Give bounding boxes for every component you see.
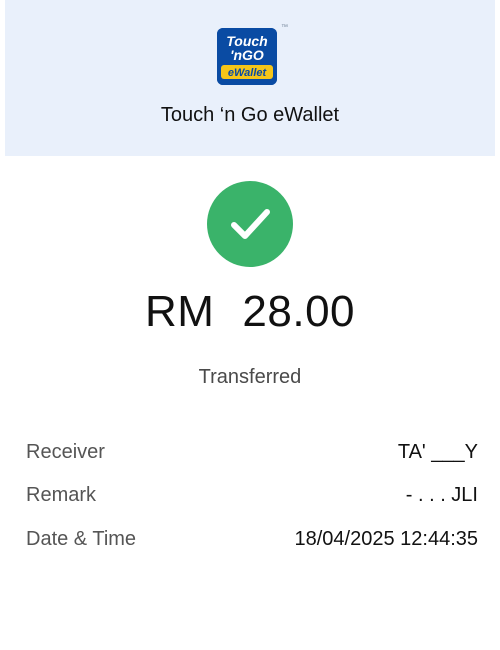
amount-value: 28.00 [242, 287, 356, 336]
transfer-amount: RM 28.00 [0, 287, 500, 337]
currency-label: RM [144, 287, 215, 336]
detail-row-datetime: Date & Time 18/04/2025 12:44:35 [26, 528, 478, 556]
remark-label: Remark [26, 484, 97, 506]
datetime-label: Date & Time [26, 528, 137, 550]
success-check-icon [207, 181, 293, 267]
app-title: Touch ‘n Go eWallet [160, 104, 340, 126]
touch-n-go-logo: Touch 'nGO eWallet [217, 28, 277, 85]
svg-text:'nGO: 'nGO [230, 47, 264, 63]
status-text: Transferred [198, 366, 302, 388]
trademark-mark: ™ [281, 24, 288, 31]
receiver-label: Receiver [26, 441, 105, 463]
remark-value: - . . . JLI [405, 484, 478, 506]
datetime-value: 18/04/2025 12:44:35 [294, 528, 478, 550]
detail-row-receiver: Receiver TA' ___Y [26, 441, 478, 469]
svg-text:eWallet: eWallet [228, 67, 268, 79]
receiver-value: TA' ___Y [397, 441, 478, 463]
detail-row-remark: Remark - . . . JLI [26, 484, 478, 512]
